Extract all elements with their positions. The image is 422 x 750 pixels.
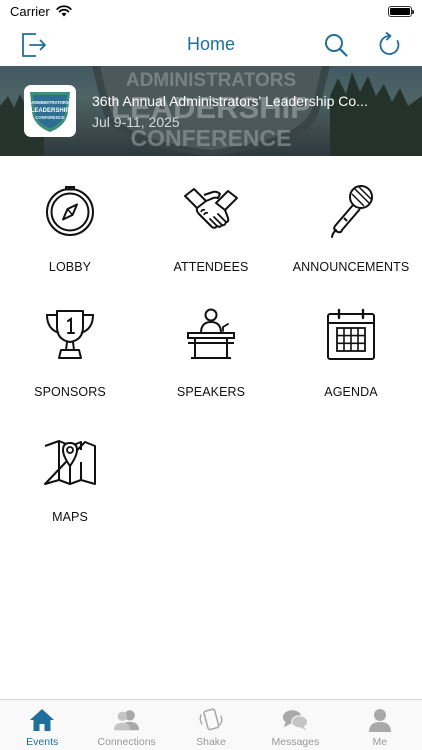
tab-label: Shake — [196, 736, 226, 748]
conference-shield-logo: ADMINISTRATORS LEADERSHIP CONFERENCE — [30, 92, 70, 132]
tile-label: AGENDA — [324, 385, 378, 399]
tab-label: Connections — [97, 736, 156, 748]
exit-button[interactable] — [18, 30, 48, 60]
tile-label: SPONSORS — [34, 385, 106, 399]
microphone-icon — [331, 185, 373, 238]
tile-label: ANNOUNCEMENTS — [292, 260, 410, 274]
event-logo: ADMINISTRATORS LEADERSHIP CONFERENCE — [24, 85, 76, 137]
people-icon — [113, 710, 139, 731]
svg-text:CONFERENCE: CONFERENCE — [35, 115, 65, 120]
svg-text:ADMINISTRATORS: ADMINISTRATORS — [31, 100, 69, 105]
battery-icon — [388, 5, 414, 17]
tab-shake[interactable]: Shake — [169, 700, 253, 750]
refresh-button[interactable] — [375, 30, 405, 60]
chat-bubbles-icon — [283, 710, 309, 731]
tab-connections[interactable]: Connections — [84, 700, 168, 750]
tab-label: Events — [26, 736, 59, 748]
compass-icon — [46, 186, 94, 236]
search-icon — [325, 34, 348, 57]
tab-label: Me — [372, 736, 388, 748]
tab-events[interactable]: Events — [0, 700, 84, 750]
tile-maps[interactable]: MAPS — [0, 430, 140, 524]
calendar-icon — [327, 308, 375, 360]
podium-icon — [187, 308, 235, 359]
svg-text:LEADERSHIP: LEADERSHIP — [31, 108, 70, 114]
tab-label: Messages — [271, 736, 320, 748]
tile-agenda[interactable]: AGENDA — [281, 305, 421, 399]
trophy-icon — [45, 310, 95, 359]
tile-label: ATTENDEES — [173, 260, 249, 274]
person-icon — [368, 709, 391, 732]
search-button[interactable] — [321, 30, 351, 60]
event-title: 36th Annual Administrators' Leadership C… — [92, 93, 368, 109]
tile-label: SPEAKERS — [176, 385, 246, 399]
tile-sponsors[interactable]: SPONSORS — [0, 305, 140, 399]
carrier-info: Carrier — [10, 4, 72, 19]
status-bar: Carrier — [0, 0, 422, 22]
tab-messages[interactable]: Messages — [253, 700, 337, 750]
carrier-label: Carrier — [10, 3, 50, 19]
handshake-icon — [184, 188, 238, 229]
exit-icon — [22, 33, 46, 57]
page-title: Home — [186, 33, 235, 54]
tab-bar: Events Connections Shake Messages Me — [0, 699, 422, 750]
wifi-icon — [56, 5, 72, 17]
navigation-bar: Home — [0, 22, 422, 66]
event-date: Jul 9-11, 2025 — [92, 114, 180, 130]
tile-attendees[interactable]: ATTENDEES — [141, 180, 281, 274]
map-icon — [44, 440, 96, 485]
refresh-icon — [379, 32, 400, 55]
shake-phone-icon — [199, 708, 223, 731]
tile-announcements[interactable]: ANNOUNCEMENTS — [281, 180, 421, 274]
tile-lobby[interactable]: LOBBY — [0, 180, 140, 274]
tile-speakers[interactable]: SPEAKERS — [141, 305, 281, 399]
event-banner[interactable]: ADMINISTRATORS LEADERSHIP CONFERENCE ADM… — [0, 66, 422, 156]
tab-me[interactable]: Me — [338, 700, 422, 750]
tile-label: MAPS — [52, 510, 88, 524]
tile-label: LOBBY — [48, 260, 92, 274]
home-icon — [30, 709, 55, 731]
